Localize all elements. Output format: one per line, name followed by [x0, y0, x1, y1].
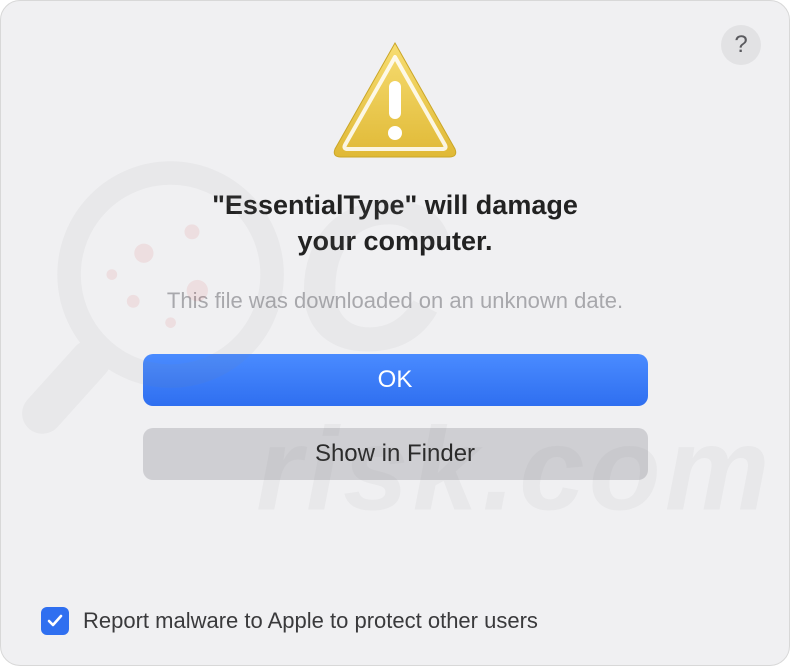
- button-group: OK Show in Finder: [143, 354, 648, 480]
- warning-icon: [330, 39, 460, 159]
- report-malware-label: Report malware to Apple to protect other…: [83, 608, 538, 634]
- report-malware-row: Report malware to Apple to protect other…: [41, 607, 538, 635]
- report-malware-checkbox[interactable]: [41, 607, 69, 635]
- help-icon: ?: [734, 31, 747, 59]
- dialog-title: "EssentialType" will damage your compute…: [212, 187, 578, 260]
- show-in-finder-button[interactable]: Show in Finder: [143, 428, 648, 480]
- dialog-subtitle: This file was downloaded on an unknown d…: [167, 288, 623, 314]
- help-button[interactable]: ?: [721, 25, 761, 65]
- checkmark-icon: [46, 612, 64, 630]
- alert-dialog: C risk.com ? "EssentialType" will damage…: [0, 0, 790, 666]
- title-line-1: "EssentialType" will damage: [212, 190, 578, 220]
- title-line-2: your computer.: [297, 226, 492, 256]
- ok-button[interactable]: OK: [143, 354, 648, 406]
